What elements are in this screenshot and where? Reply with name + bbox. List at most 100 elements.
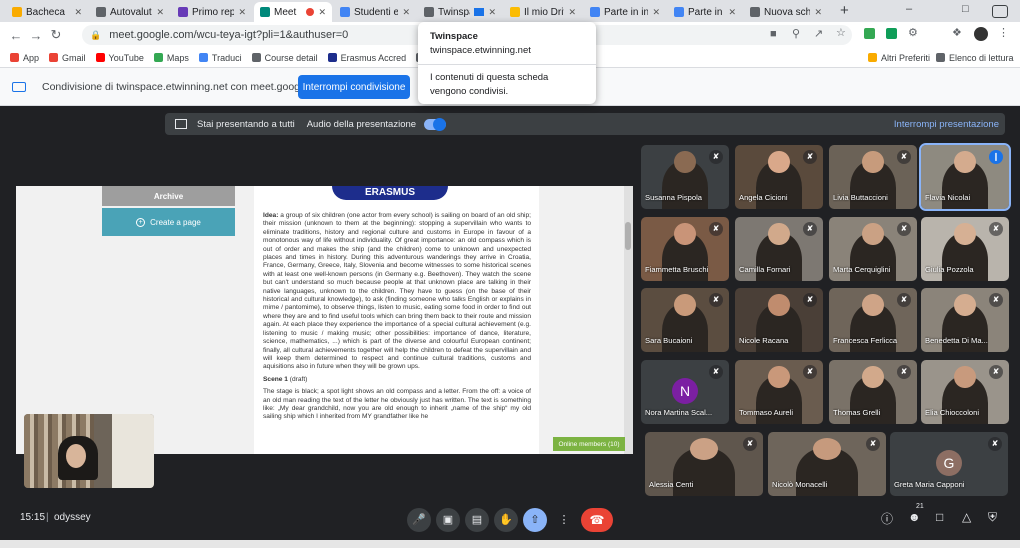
- camera-button[interactable]: ▣: [436, 508, 460, 532]
- bookmark-item[interactable]: App: [10, 53, 39, 63]
- mic-off-icon: ✘: [803, 365, 817, 379]
- participant-tile[interactable]: ✘ Livia Buttaccioni: [829, 145, 917, 209]
- info-icon[interactable]: ⓘ: [881, 510, 893, 527]
- browser-tab[interactable]: Nuova sch ✕: [744, 2, 828, 22]
- browser-tab[interactable]: Parte in in ✕: [584, 2, 666, 22]
- participant-tile[interactable]: ✘ Tommaso Aureli: [735, 360, 823, 424]
- close-tab-icon[interactable]: ✕: [488, 7, 496, 18]
- activities-icon[interactable]: △: [962, 510, 971, 524]
- audio-toggle[interactable]: [424, 117, 447, 131]
- participant-tile[interactable]: ✘ Camilla Fornari: [735, 217, 823, 281]
- participant-tile[interactable]: ✘ Thomas Grelli: [829, 360, 917, 424]
- extension-gear-icon[interactable]: ⚙: [908, 26, 918, 39]
- tab-favicon-icon: [674, 7, 684, 17]
- extension-green-icon[interactable]: [864, 28, 875, 39]
- close-tab-icon[interactable]: ✕: [728, 7, 736, 18]
- participant-tile[interactable]: G ✘ Greta Maria Capponi: [890, 432, 1008, 496]
- tab-title: Il mio Driv: [524, 6, 565, 18]
- erasmus-banner: ERASMUS: [332, 186, 448, 200]
- participant-tile[interactable]: ✘ Giulia Pozzola: [921, 217, 1009, 281]
- people-icon[interactable]: ☻: [908, 510, 921, 524]
- menu-icon[interactable]: ⋮: [998, 26, 1009, 39]
- bookmark-item[interactable]: Course detail: [251, 53, 318, 63]
- mic-off-icon: ✘: [709, 150, 723, 164]
- bookmark-item[interactable]: Gmail: [49, 53, 86, 63]
- extension-sheets-icon[interactable]: [886, 28, 897, 39]
- participant-video-face: [954, 294, 976, 316]
- new-tab-icon[interactable]: +: [840, 2, 849, 19]
- close-tab-icon[interactable]: ✕: [814, 7, 822, 18]
- restore-icon[interactable]: □: [962, 3, 969, 15]
- browser-tab[interactable]: Studenti e ✕: [334, 2, 416, 22]
- other-bookmarks[interactable]: Altri Preferiti: [868, 53, 930, 63]
- bookmark-item[interactable]: Maps: [153, 52, 189, 63]
- mic-off-icon: ✘: [709, 222, 723, 236]
- present-now-button[interactable]: ⇧: [523, 508, 547, 532]
- reading-list[interactable]: Elenco di lettura: [936, 53, 1014, 63]
- host-controls-icon[interactable]: ⛨: [988, 510, 997, 525]
- close-tab-icon[interactable]: ✕: [568, 7, 576, 18]
- camera-icon[interactable]: ■: [770, 28, 777, 40]
- participant-tile[interactable]: ✘ Nicolò Monacelli: [768, 432, 886, 496]
- browser-tab[interactable]: Il mio Driv ✕: [504, 2, 582, 22]
- screenshot-icon[interactable]: [992, 5, 1008, 18]
- participant-tile[interactable]: ✘ Angela Cicioni: [735, 145, 823, 209]
- bookmark-item[interactable]: YouTube: [95, 52, 144, 63]
- bookmark-label: YouTube: [108, 52, 144, 63]
- participant-tile[interactable]: ✘ Francesca Ferlicca: [829, 288, 917, 352]
- extension-puzzle-icon[interactable]: ❖: [952, 26, 962, 39]
- chat-icon[interactable]: □: [936, 510, 943, 524]
- stop-sharing-button[interactable]: Interrompi condivisione: [298, 75, 410, 99]
- participant-tile[interactable]: ❙ Flavia Nicolai: [919, 143, 1011, 211]
- page-scrollbar[interactable]: [624, 186, 633, 454]
- scene-tag: (draft): [289, 375, 308, 383]
- participant-tile[interactable]: ✘ Elia Chioccoloni: [921, 360, 1009, 424]
- bookmark-item[interactable]: Erasmus Accred: [327, 53, 406, 63]
- browser-tab[interactable]: Parte in ita ✕: [668, 2, 742, 22]
- scrollbar-thumb[interactable]: [625, 222, 631, 250]
- zoom-icon[interactable]: ⚲: [792, 27, 800, 40]
- bookmark-label: Maps: [166, 52, 189, 63]
- online-members-badge[interactable]: Online members (10): [553, 437, 625, 451]
- bookmark-item[interactable]: Traduci: [198, 53, 242, 63]
- speaking-indicator-icon: ❙: [989, 150, 1003, 164]
- participant-tile[interactable]: ✘ Sara Bucaioni: [641, 288, 729, 352]
- raise-hand-button[interactable]: ✋: [494, 508, 518, 532]
- browser-tab[interactable]: Meet ✕: [254, 2, 332, 22]
- browser-tab[interactable]: Primo rep ✕: [172, 2, 252, 22]
- archive-button[interactable]: Archive: [102, 186, 235, 206]
- profile-avatar[interactable]: [974, 27, 988, 41]
- share-icon[interactable]: ↗: [814, 27, 823, 40]
- more-options-button[interactable]: ⋮: [552, 508, 576, 532]
- browser-tab[interactable]: Autovaluta ✕: [90, 2, 170, 22]
- participant-tile[interactable]: ✘ Benedetta Di Ma...: [921, 288, 1009, 352]
- star-icon[interactable]: ☆: [836, 26, 846, 39]
- participant-tile[interactable]: ✘ Nicole Racana: [735, 288, 823, 352]
- browser-tab[interactable]: Twinspace ✕: [418, 2, 502, 22]
- close-tab-icon[interactable]: ✕: [156, 7, 164, 18]
- captions-button[interactable]: ▤: [465, 508, 489, 532]
- minimize-icon[interactable]: –: [906, 3, 912, 15]
- participant-tile[interactable]: ✘ Susanna Pispola: [641, 145, 729, 209]
- close-tab-icon[interactable]: ✕: [318, 7, 326, 18]
- mic-button[interactable]: 🎤: [407, 508, 431, 532]
- participant-video-face: [674, 223, 696, 245]
- bookmark-icon: [327, 53, 337, 62]
- close-tab-icon[interactable]: ✕: [652, 7, 660, 18]
- reload-icon[interactable]: ↻: [46, 27, 66, 43]
- participant-video-face: [954, 223, 976, 245]
- participant-tile[interactable]: ✘ Alessia Centi: [645, 432, 763, 496]
- browser-tab[interactable]: Bacheca ✕: [6, 2, 88, 22]
- close-tab-icon[interactable]: ✕: [402, 7, 410, 18]
- back-icon[interactable]: ←: [6, 28, 26, 43]
- end-call-button[interactable]: ☎: [581, 508, 613, 532]
- participant-tile[interactable]: N ✘ Nora Martina Scal...: [641, 360, 729, 424]
- close-tab-icon[interactable]: ✕: [74, 7, 82, 18]
- create-page-button[interactable]: + Create a page: [102, 208, 235, 236]
- close-tab-icon[interactable]: ✕: [238, 7, 246, 18]
- stop-presenting-link[interactable]: Interrompi presentazione: [894, 119, 999, 130]
- forward-icon[interactable]: →: [26, 28, 46, 43]
- participant-tile[interactable]: ✘ Marta Cerquiglini: [829, 217, 917, 281]
- participant-avatar: G: [936, 450, 962, 476]
- participant-tile[interactable]: ✘ Fiammetta Bruschi: [641, 217, 729, 281]
